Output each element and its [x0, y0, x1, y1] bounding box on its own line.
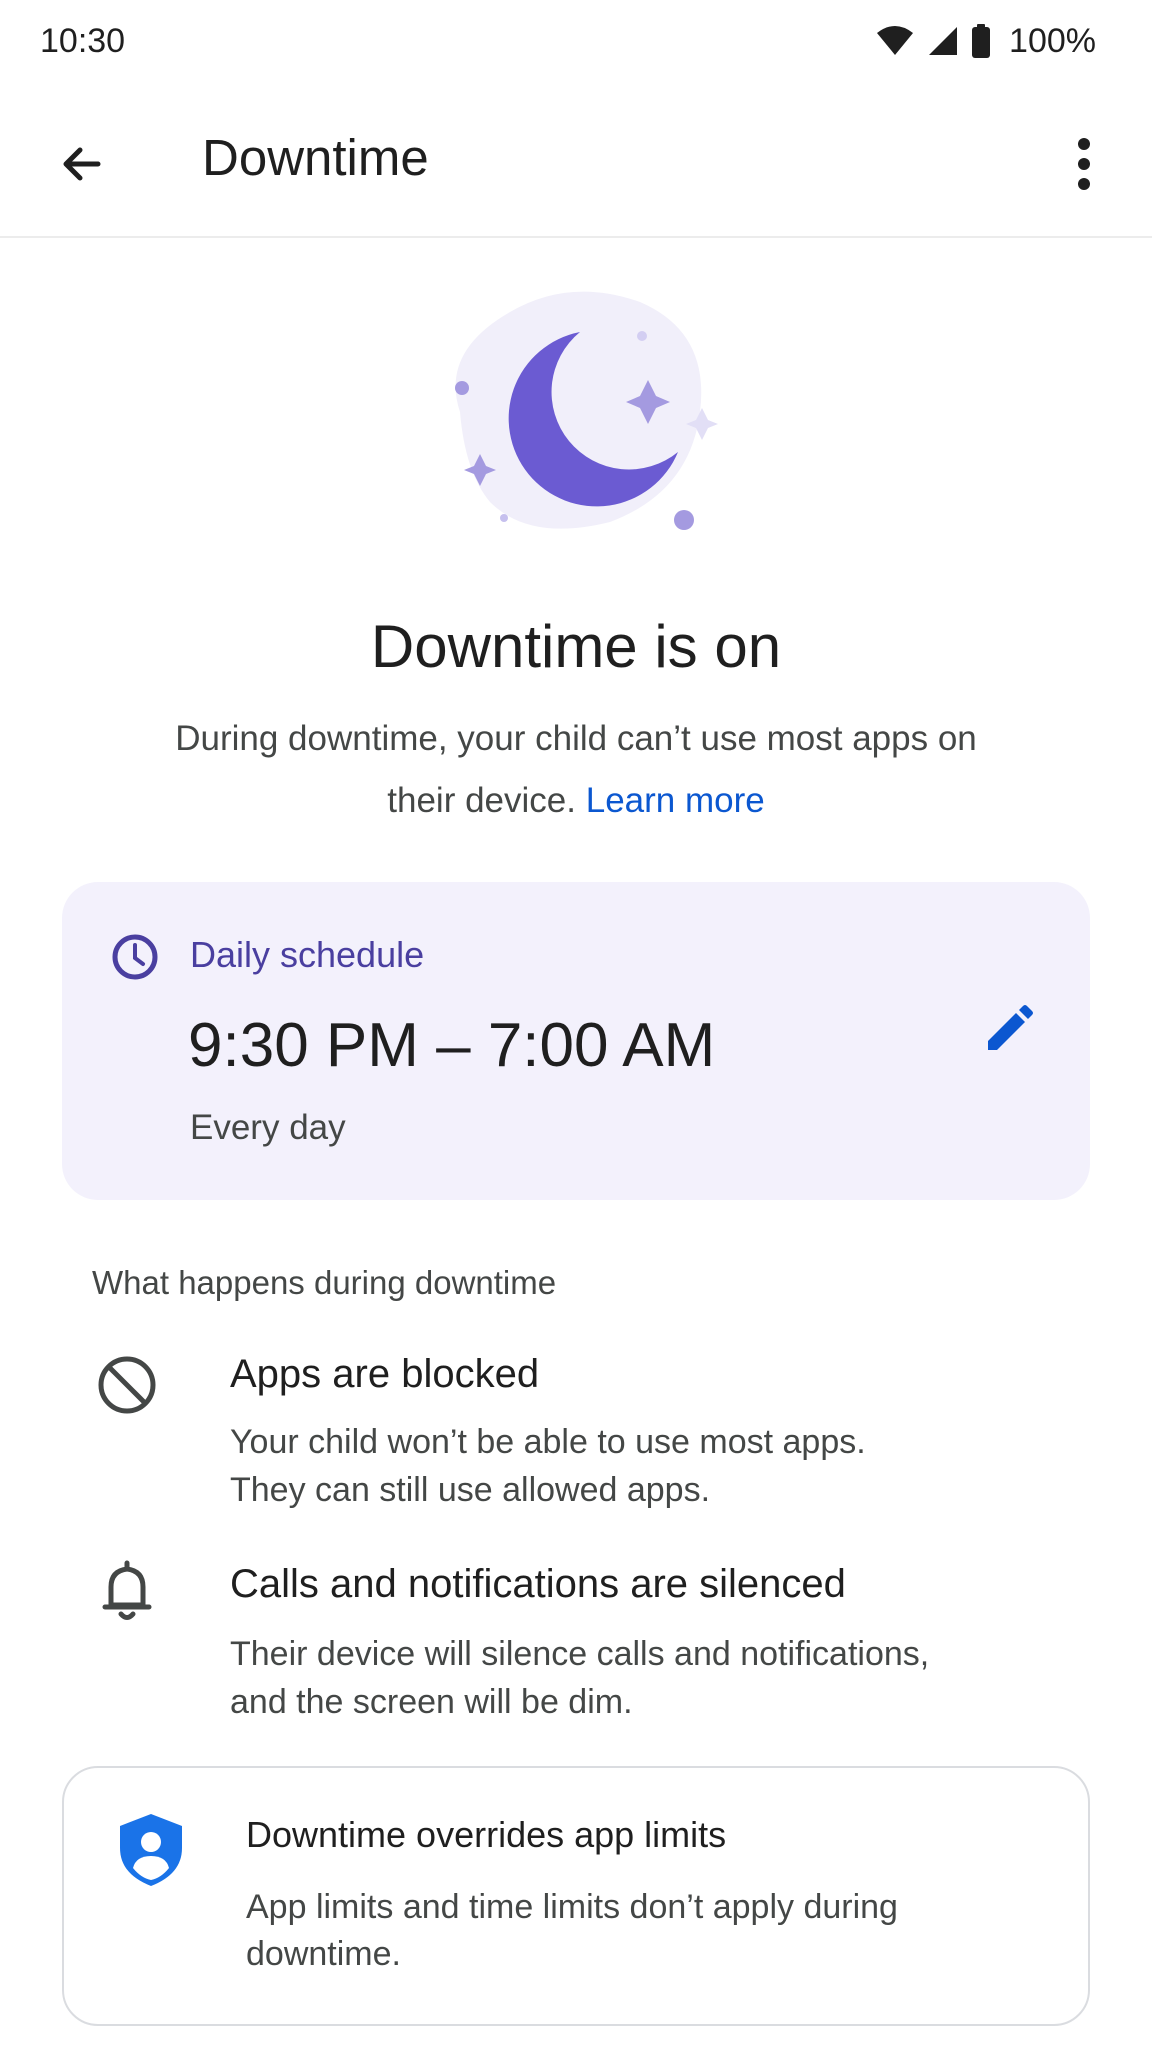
override-title: Downtime overrides app limits	[246, 1814, 727, 1855]
info-body: Your child won’t be able to use most app…	[230, 1418, 1010, 1514]
intro-description: During downtime, your child can’t use mo…	[175, 719, 977, 820]
info-body-line: They can still use allowed apps.	[230, 1471, 711, 1509]
shield-person-icon	[116, 1812, 186, 1888]
battery-percent: 100%	[1009, 21, 1096, 60]
schedule-label: Daily schedule	[190, 934, 425, 975]
info-title: Calls and notifications are silenced	[230, 1562, 846, 1606]
info-body: Their device will silence calls and noti…	[230, 1630, 1010, 1726]
clock-icon	[110, 932, 160, 982]
block-icon	[92, 1350, 162, 1420]
intro-text: During downtime, your child can’t use mo…	[140, 708, 1012, 832]
bell-icon	[92, 1556, 162, 1626]
info-body-line: and the screen will be dim.	[230, 1683, 633, 1721]
info-title: Apps are blocked	[230, 1352, 540, 1396]
status-bar: 10:30 100%	[0, 0, 1152, 82]
arrow-back-icon	[58, 140, 106, 193]
edit-schedule-button[interactable]	[958, 982, 1058, 1082]
info-body-line: Their device will silence calls and noti…	[230, 1635, 930, 1673]
page-title: Downtime	[202, 129, 429, 186]
battery-icon	[971, 24, 991, 58]
more-options-button[interactable]	[1040, 122, 1128, 210]
schedule-repeat: Every day	[190, 1108, 346, 1147]
cell-signal-icon	[927, 25, 959, 57]
info-body-line: Your child won’t be able to use most app…	[230, 1423, 866, 1461]
override-body: App limits and time limits don’t apply d…	[246, 1884, 946, 1978]
wifi-icon	[875, 25, 915, 57]
override-body-line: downtime.	[246, 1935, 401, 1973]
status-headline: Downtime is on	[370, 613, 782, 680]
status-time: 10:30	[40, 21, 126, 60]
more-vert-icon	[1076, 137, 1092, 195]
override-body-line: App limits and time limits don’t apply d…	[246, 1888, 898, 1926]
learn-more-link[interactable]: Learn more	[586, 781, 765, 820]
back-button[interactable]	[38, 122, 126, 210]
moon-illustration	[420, 282, 730, 542]
override-card: Downtime overrides app limits App limits…	[62, 1766, 1090, 2026]
schedule-time-range: 9:30 PM – 7:00 AM	[188, 1011, 716, 1080]
app-bar: Downtime	[0, 82, 1152, 238]
schedule-card[interactable]: Daily schedule 9:30 PM – 7:00 AM Every d…	[62, 882, 1090, 1200]
section-header: What happens during downtime	[92, 1264, 557, 1301]
edit-icon	[982, 1004, 1034, 1061]
status-icons: 100%	[875, 22, 1096, 61]
